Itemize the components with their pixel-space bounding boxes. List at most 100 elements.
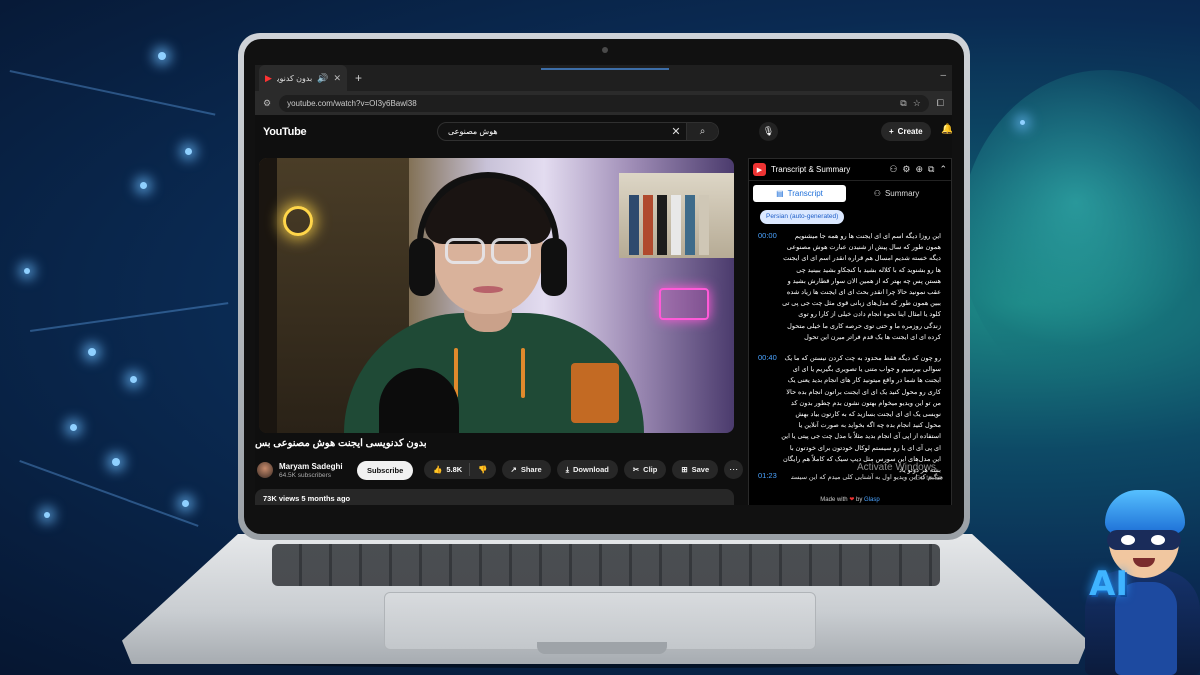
background-dot xyxy=(70,424,77,431)
avatar[interactable] xyxy=(257,462,273,478)
background-dot xyxy=(185,148,192,155)
background-dot xyxy=(1020,120,1025,125)
mic-icon: 🎙 xyxy=(762,126,775,136)
activate-windows-subtext: Go to Se xyxy=(915,475,943,482)
extensions-icon[interactable]: ⧠ xyxy=(937,98,944,108)
background-dot xyxy=(130,376,137,383)
site-info-icon[interactable]: ⚙ xyxy=(263,98,271,108)
views-meta: 73K views 5 months ago xyxy=(263,494,351,503)
video-actions: 👍 5.8K 👎 ↗ Share ⤓ Download ✂ Clip ⊞ Save ⋯ xyxy=(424,460,744,479)
like-icon: 👍 xyxy=(433,465,443,474)
transcript-panel: ▶ Transcript & Summary ⚇ ⚙ ⊕ ⧉ ⌃ ▤ Transc… xyxy=(748,158,952,505)
video-scene-book xyxy=(685,195,695,255)
video-scene-book xyxy=(699,195,709,255)
video-player[interactable] xyxy=(259,158,734,433)
language-chip[interactable]: Persian (auto-generated) xyxy=(760,210,845,224)
background-dot xyxy=(182,500,189,507)
url-text[interactable]: youtube.com/watch?v=OI3y6Bawl38 xyxy=(287,99,894,108)
voice-search-button[interactable]: 🎙 xyxy=(759,122,778,141)
download-button[interactable]: ⤓ Download xyxy=(556,460,618,479)
like-count: 5.8K xyxy=(446,465,463,474)
tab-transcript[interactable]: ▤ Transcript xyxy=(753,185,846,202)
share-button[interactable]: ↗ Share xyxy=(501,460,551,479)
bell-icon[interactable]: 🔔 xyxy=(941,124,952,135)
webcam xyxy=(602,47,608,53)
transcript-segment[interactable]: 00:40 رو چون که دیگه فقط محدود به چت کرد… xyxy=(749,353,945,476)
robot-icon[interactable]: ⚇ xyxy=(889,164,897,175)
like-button[interactable]: 👍 5.8K xyxy=(424,463,471,476)
video-scene-book xyxy=(671,195,681,255)
youtube-favicon-icon: ▶ xyxy=(265,72,272,83)
laptop-notch xyxy=(537,642,667,654)
channel-meta: Maryam Sadeghi 64.5K subscribers xyxy=(279,462,357,479)
laptop-keyboard xyxy=(272,544,940,586)
video-scene-book xyxy=(657,195,667,255)
background-dot xyxy=(158,52,166,60)
dislike-button[interactable]: 👎 xyxy=(470,465,495,474)
mascot-ai-badge: AI xyxy=(1089,564,1128,604)
segment-time[interactable]: 00:00 xyxy=(749,231,777,343)
youtube-logo[interactable]: YouTube xyxy=(263,126,307,138)
heart-icon: ❤ xyxy=(849,497,855,503)
tab-summary-label: Summary xyxy=(884,189,920,198)
star-icon[interactable]: ☆ xyxy=(913,98,921,108)
transcript-segment[interactable]: 00:00 این روزا دیگه اسم ای ای ایجنت ها ر… xyxy=(749,231,945,343)
channel-row: Maryam Sadeghi 64.5K subscribers Subscri… xyxy=(255,459,744,481)
background-dot xyxy=(24,268,30,274)
extension-logo-icon: ▶ xyxy=(753,163,766,176)
copy-icon[interactable]: ⧉ xyxy=(928,164,934,175)
plus-icon: + xyxy=(889,127,894,136)
video-title: بدون کدنویسی ایجنت هوش مصنوعی بس xyxy=(255,438,427,449)
create-label: Create xyxy=(897,127,923,136)
cast-icon[interactable]: ⧉ xyxy=(900,98,906,108)
activate-windows-watermark: Activate Windows xyxy=(857,462,936,473)
segment-time[interactable]: 00:40 xyxy=(749,353,777,476)
browser-tab[interactable]: ▶ بدون کدنویسی ایجنت ه 🔊 ✕ xyxy=(259,65,347,91)
made-with-label: Made with xyxy=(820,497,848,503)
video-scene-glasses xyxy=(491,238,531,264)
close-icon[interactable]: ✕ xyxy=(333,73,341,83)
video-scene-neon-sign xyxy=(659,288,709,320)
video-scene-neon-smiley xyxy=(283,206,313,236)
gear-icon[interactable]: ⚙ xyxy=(902,164,910,175)
mascot-eye xyxy=(1121,535,1135,545)
search-icon: ⌕ xyxy=(699,126,706,137)
share-icon: ↗ xyxy=(510,465,517,474)
save-button[interactable]: ⊞ Save xyxy=(672,460,719,479)
tab-transcript-label: Transcript xyxy=(787,189,823,198)
segment-text: رو چون که دیگه فقط محدود به چت کردن نیست… xyxy=(781,355,941,475)
share-label: Share xyxy=(520,465,542,474)
create-button[interactable]: + Create xyxy=(881,122,931,141)
minimize-icon[interactable]: – xyxy=(940,70,946,81)
background-dot xyxy=(112,458,120,466)
chevron-up-icon[interactable]: ⌃ xyxy=(939,164,947,175)
channel-name[interactable]: Maryam Sadeghi xyxy=(279,462,357,471)
speaker-icon[interactable]: 🔊 xyxy=(317,73,328,83)
search-input[interactable]: هوش مصنوعی xyxy=(438,127,666,136)
search-button[interactable]: ⌕ xyxy=(686,123,718,140)
background-dot xyxy=(44,512,50,518)
segment-time[interactable]: 01:23 xyxy=(758,471,777,480)
browser-tab-bar: ▶ بدون کدنویسی ایجنت ه 🔊 ✕ + – xyxy=(255,65,952,91)
video-scene-door xyxy=(259,158,277,433)
transcript-panel-title: Transcript & Summary xyxy=(771,165,851,174)
transcript-tabs: ▤ Transcript ⚇ Summary xyxy=(753,185,943,202)
dislike-icon: 👎 xyxy=(478,465,488,474)
glasp-link[interactable]: Glasp xyxy=(864,497,880,503)
description-box[interactable]: 73K views 5 months ago xyxy=(255,489,734,505)
close-icon[interactable]: ✕ xyxy=(666,125,686,138)
segment-text: این روزا دیگه اسم ای ای ایجنت ها رو همه … xyxy=(782,233,941,341)
summary-icon: ⚇ xyxy=(873,189,881,198)
background-dot xyxy=(88,348,96,356)
transcript-list: 00:00 این روزا دیگه اسم ای ای ایجنت ها ر… xyxy=(749,231,945,486)
more-button[interactable]: ⋯ xyxy=(724,460,744,479)
subscribe-button[interactable]: Subscribe xyxy=(357,460,414,480)
address-bar[interactable]: youtube.com/watch?v=OI3y6Bawl38 ⧉ ☆ xyxy=(279,94,929,112)
target-icon[interactable]: ⊕ xyxy=(915,164,923,175)
video-scene-headphone-band xyxy=(417,172,559,252)
mascot-eye xyxy=(1151,535,1165,545)
clip-button[interactable]: ✂ Clip xyxy=(623,460,667,479)
new-tab-button[interactable]: + xyxy=(355,71,362,85)
tab-summary[interactable]: ⚇ Summary xyxy=(850,185,943,202)
save-icon: ⊞ xyxy=(681,465,688,474)
